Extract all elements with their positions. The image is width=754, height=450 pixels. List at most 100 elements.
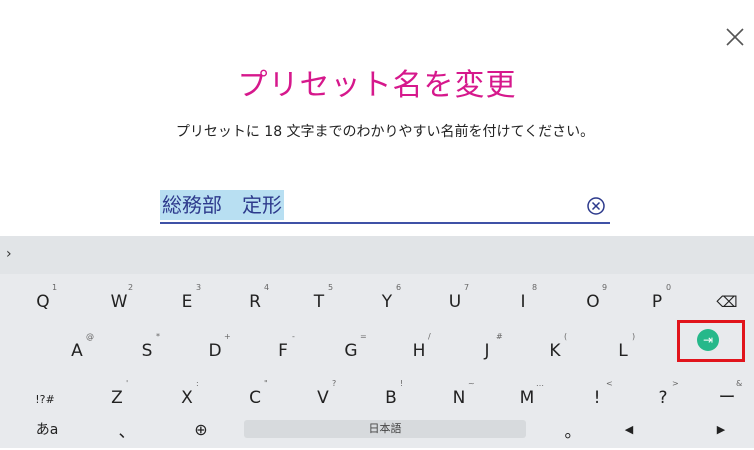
key-hint: <: [606, 379, 613, 388]
preset-name-field[interactable]: 総務部 定形: [160, 190, 610, 224]
key-row2-1[interactable]: S *: [132, 332, 162, 369]
key-row1-1[interactable]: W2: [104, 283, 134, 320]
key-label: M: [519, 388, 535, 408]
key-hint: @: [86, 332, 94, 341]
key-hint: …: [536, 379, 544, 388]
key-hint: (: [564, 332, 568, 341]
key-label: !?#: [35, 393, 55, 406]
key-row1-3[interactable]: R4: [240, 283, 270, 320]
key-row1-5[interactable]: Y6: [372, 283, 402, 320]
key-label: I: [520, 292, 526, 312]
key-hint: ?: [332, 379, 337, 388]
key-hint: 8: [532, 283, 538, 292]
expand-toolbar-chevron-icon[interactable]: ›: [6, 246, 12, 262]
key-row3-4[interactable]: V?: [308, 379, 338, 416]
key-hint: 6: [396, 283, 402, 292]
key-label: O: [586, 292, 600, 312]
key-row1-2[interactable]: E3: [172, 283, 202, 320]
key-row3-1[interactable]: Z ': [102, 379, 132, 416]
key-label: U: [448, 292, 462, 312]
key-hint: 0: [666, 283, 672, 292]
key-hint: -: [292, 332, 295, 341]
backspace-icon: ⌫: [716, 293, 738, 311]
key-label: J: [484, 341, 490, 361]
key-hint: =: [360, 332, 367, 341]
key-row3-9[interactable]: ? >: [648, 379, 679, 416]
key-hint: :: [196, 379, 199, 388]
key-hint: ": [264, 379, 268, 388]
key-row2-8[interactable]: L): [608, 332, 638, 369]
key-row1-6[interactable]: U7: [440, 283, 470, 320]
key-label: W: [110, 292, 128, 312]
key-row2-3[interactable]: F-: [268, 332, 298, 369]
key-row2-6[interactable]: J #: [472, 332, 503, 369]
key-label: S: [141, 341, 153, 361]
key-hint: ~: [468, 379, 475, 388]
key-label: Q: [36, 292, 50, 312]
globe-key[interactable]: ⊕: [186, 412, 216, 448]
key-hint: 7: [464, 283, 470, 292]
key-hint: 5: [328, 283, 334, 292]
key-label: C: [249, 388, 261, 408]
key-label: F: [278, 341, 288, 361]
globe-icon: ⊕: [194, 420, 208, 439]
key-label: X: [181, 388, 193, 408]
kana-switch-key[interactable]: あa: [32, 412, 62, 448]
key-label: H: [412, 341, 426, 361]
key-hint: +: [224, 332, 231, 341]
key-row3-8[interactable]: ! <: [582, 379, 613, 416]
key-row2-7[interactable]: K(: [540, 332, 570, 369]
key-row3-6[interactable]: N ~: [444, 379, 475, 416]
cursor-right-key[interactable]: ▶: [706, 412, 736, 448]
preset-name-value[interactable]: 総務部 定形: [160, 190, 284, 220]
key-hint: !: [400, 379, 404, 388]
key-label: Z: [111, 388, 123, 408]
software-keyboard: › Q 1 W 2 E 3 R 4 T 5 Y 6 U 7 I 8 O 9 P 0 A @ S * D + F - G = H / J # K(L)…: [0, 236, 754, 448]
key-row1-7[interactable]: I8: [508, 283, 538, 320]
key-row1-0[interactable]: Q1: [28, 283, 58, 320]
key-row3-2[interactable]: X:: [172, 379, 202, 416]
key-row1-4[interactable]: T5: [304, 283, 334, 320]
key-label: K: [549, 341, 561, 361]
key-row2-5[interactable]: H /: [404, 332, 434, 369]
key-hint: 1: [52, 283, 58, 292]
key-row1-9[interactable]: P0: [642, 283, 672, 320]
period-key[interactable]: 。: [558, 414, 588, 450]
key-label: G: [344, 341, 358, 361]
key-hint: ': [126, 379, 129, 388]
key-label: R: [249, 292, 261, 312]
key-row3-10[interactable]: ー &: [712, 379, 743, 416]
key-label: E: [181, 292, 193, 312]
key-hint: 3: [196, 283, 202, 292]
key-hint: #: [496, 332, 503, 341]
rename-preset-dialog: プリセット名を変更 プリセットに 18 文字までのわかりやすい名前を付けてくださ…: [0, 0, 754, 236]
key-hint: >: [672, 379, 679, 388]
key-label: D: [208, 341, 222, 361]
key-row2-0[interactable]: A @: [62, 332, 94, 369]
key-label: ー: [718, 388, 736, 408]
key-row3-0[interactable]: !?#: [30, 380, 60, 416]
highlight-box: [677, 320, 745, 362]
key-label: B: [385, 388, 397, 408]
key-row3-3[interactable]: C ": [240, 379, 270, 416]
key-row3-7[interactable]: M…: [512, 379, 544, 416]
keyboard-toolbar: ›: [0, 236, 754, 274]
key-hint: ): [632, 332, 636, 341]
space-key[interactable]: 日本語: [244, 420, 526, 438]
key-label: ?: [658, 388, 668, 408]
cursor-left-key[interactable]: ◀: [614, 412, 644, 448]
key-hint: &: [736, 379, 743, 388]
key-row1-8[interactable]: O9: [578, 283, 608, 320]
key-label: T: [313, 292, 325, 312]
key-row2-2[interactable]: D +: [200, 332, 231, 369]
comma-key[interactable]: 、: [112, 414, 142, 450]
clear-input-icon[interactable]: [586, 196, 606, 216]
close-icon[interactable]: [724, 26, 746, 48]
key-label: A: [71, 341, 83, 361]
backspace-key[interactable]: ⌫: [712, 284, 742, 320]
key-row2-4[interactable]: G =: [336, 332, 367, 369]
key-row3-5[interactable]: B!: [376, 379, 406, 416]
key-label: Y: [381, 292, 393, 312]
key-label: !: [593, 388, 601, 408]
key-label: V: [317, 388, 329, 408]
